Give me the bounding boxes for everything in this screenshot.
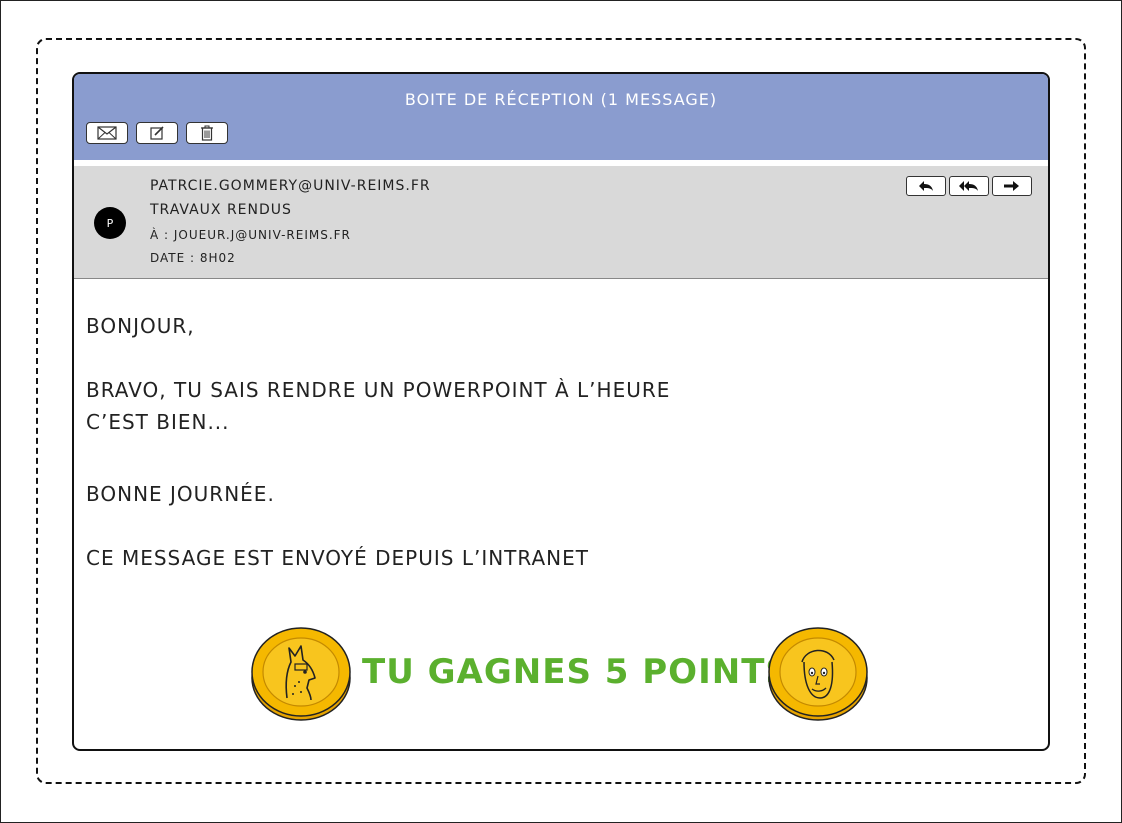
body-closing: Bonne journée. [86,482,275,506]
window-title: BOITE DE RÉCEPTION (1 MESSAGE) [404,90,718,109]
sender-address: patrcie.gommery@univ-reims.fr [150,178,431,194]
email-window: BOITE DE RÉCEPTION (1 MESSAGE) P PATRCIE… [72,72,1050,751]
reply-button[interactable] [906,176,946,196]
reply-all-icon [959,181,978,191]
recipient-address: À : joueur.j@univ-reims.fr [150,228,351,242]
message-date: DATE : 8H02 [150,251,236,265]
title-bar: BOITE DE RÉCEPTION (1 MESSAGE) [74,74,1048,160]
reward-banner: TU GAGNES 5 POINTS!! [74,622,1048,722]
reward-text: TU GAGNES 5 POINTS!! [362,652,824,692]
message-subject: TRAVAUX RENDUS [150,202,292,218]
message-actions [906,176,1032,196]
body-line-2: C’est bien... [86,410,230,434]
body-greeting: Bonjour, [86,314,195,338]
forward-icon [1004,181,1019,191]
message-header: P patrcie.gommery@univ-reims.fr TRAVAUX … [74,166,1048,279]
body-signature: Ce message est envoyé depuis l’intranet [86,546,589,570]
forward-button[interactable] [992,176,1032,196]
body-line-1: Bravo, tu sais rendre un powerpoint à l’… [86,378,671,402]
mail-icon [97,126,117,140]
compose-icon [150,126,164,140]
toolbar [86,122,228,144]
reply-icon [919,181,933,191]
compose-button[interactable] [136,122,178,144]
face-coin-icon [766,622,870,722]
llama-coin-icon [249,622,353,722]
inbox-button[interactable] [86,122,128,144]
avatar: P [94,207,126,239]
delete-button[interactable] [186,122,228,144]
trash-icon [201,125,213,141]
reply-all-button[interactable] [949,176,989,196]
